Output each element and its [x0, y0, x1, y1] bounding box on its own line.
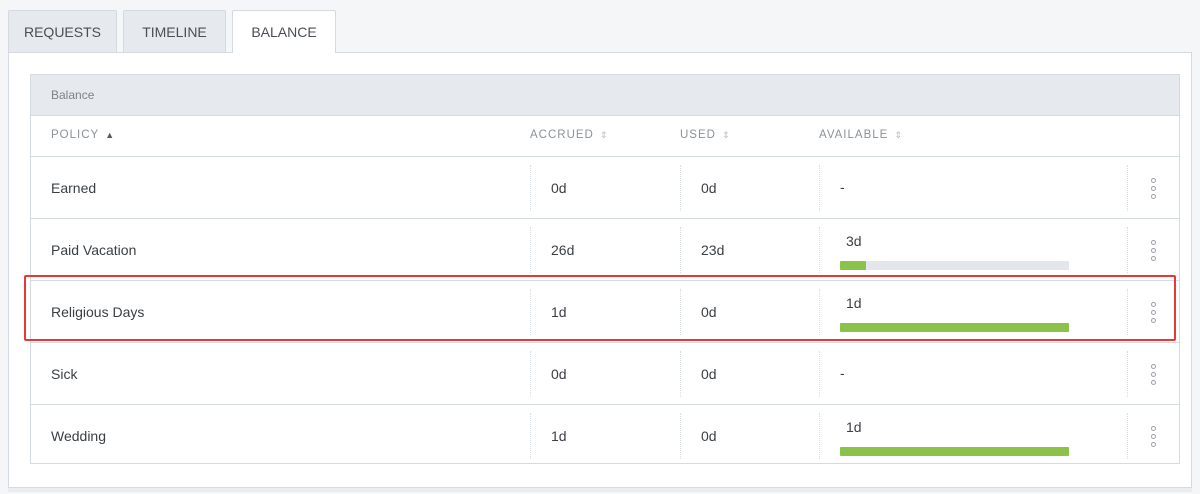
table-row[interactable]: Religious Days 1d 0d 1d: [31, 281, 1179, 343]
available-value: 3d: [846, 233, 862, 249]
accrued-value: 26d: [530, 227, 680, 273]
kebab-menu-icon[interactable]: [1151, 425, 1156, 447]
used-value: 0d: [680, 413, 819, 459]
balance-panel: Balance POLICY ▲ ACCRUED ⇕ USED ⇕ AVAILA…: [8, 52, 1192, 488]
sort-icon: ⇕: [599, 129, 609, 140]
tab-balance[interactable]: BALANCE: [232, 10, 336, 53]
available-progress-bar: [840, 261, 1069, 270]
balance-card: Balance POLICY ▲ ACCRUED ⇕ USED ⇕ AVAILA…: [30, 74, 1180, 464]
policy-name: Paid Vacation: [51, 241, 137, 258]
available-progress-fill: [840, 323, 1069, 332]
available-progress-bar: [840, 447, 1069, 456]
column-header-accrued[interactable]: ACCRUED ⇕: [530, 129, 608, 141]
accrued-value: 0d: [530, 165, 680, 211]
kebab-dot: [1151, 441, 1156, 447]
kebab-dot: [1151, 379, 1156, 385]
kebab-menu-icon[interactable]: [1151, 363, 1156, 385]
column-header-policy[interactable]: POLICY ▲: [51, 129, 115, 141]
kebab-menu-icon[interactable]: [1151, 239, 1156, 261]
column-header-used[interactable]: USED ⇕: [680, 129, 731, 141]
available-progress-fill: [840, 261, 867, 270]
kebab-dot: [1151, 177, 1156, 183]
table-row[interactable]: Paid Vacation 26d 23d 3d: [31, 219, 1179, 281]
row-menu-cell: [1127, 165, 1179, 211]
table-row[interactable]: Sick 0d 0d -: [31, 343, 1179, 405]
policy-name: Wedding: [51, 428, 107, 444]
available-cell: 3d: [819, 227, 1127, 273]
kebab-dot: [1151, 309, 1156, 315]
sort-icon: ⇕: [721, 129, 731, 140]
kebab-dot: [1151, 317, 1156, 323]
tab-bar: REQUESTS TIMELINE BALANCE: [8, 10, 336, 53]
used-value: 0d: [680, 289, 819, 335]
tab-requests[interactable]: REQUESTS: [8, 10, 117, 52]
available-value: -: [840, 179, 845, 195]
available-cell: -: [819, 165, 1127, 211]
available-cell: -: [819, 351, 1127, 397]
kebab-dot: [1151, 371, 1156, 377]
kebab-dot: [1151, 247, 1156, 253]
table-header: POLICY ▲ ACCRUED ⇕ USED ⇕ AVAILABLE ⇕: [31, 116, 1179, 157]
table-row[interactable]: Wedding 1d 0d 1d: [31, 405, 1179, 467]
accrued-value: 1d: [530, 413, 680, 459]
row-menu-cell: [1127, 413, 1179, 459]
policy-name: Sick: [51, 365, 78, 382]
used-value: 23d: [680, 227, 819, 273]
kebab-dot: [1151, 239, 1156, 245]
kebab-dot: [1151, 433, 1156, 439]
available-cell: 1d: [819, 289, 1127, 335]
used-value: 0d: [680, 351, 819, 397]
kebab-dot: [1151, 425, 1156, 431]
accrued-value: 1d: [530, 289, 680, 335]
available-value: -: [840, 365, 845, 381]
table-body: Earned 0d 0d - Paid Vacation 26d 23d 3d Religiou…: [31, 157, 1179, 467]
kebab-dot: [1151, 363, 1156, 369]
kebab-menu-icon[interactable]: [1151, 177, 1156, 199]
accrued-value: 0d: [530, 351, 680, 397]
kebab-dot: [1151, 193, 1156, 199]
available-progress-bar: [840, 323, 1069, 332]
table-row[interactable]: Earned 0d 0d -: [31, 157, 1179, 219]
kebab-dot: [1151, 301, 1156, 307]
tab-timeline[interactable]: TIMELINE: [123, 10, 226, 52]
kebab-dot: [1151, 185, 1156, 191]
policy-name: Earned: [51, 179, 97, 196]
kebab-menu-icon[interactable]: [1151, 301, 1156, 323]
kebab-dot: [1151, 255, 1156, 261]
used-value: 0d: [680, 165, 819, 211]
row-menu-cell: [1127, 227, 1179, 273]
row-menu-cell: [1127, 289, 1179, 335]
card-title: Balance: [31, 75, 1179, 116]
row-menu-cell: [1127, 351, 1179, 397]
available-value: 1d: [846, 419, 862, 435]
available-cell: 1d: [819, 413, 1127, 459]
sort-icon: ▲: [105, 129, 116, 140]
column-header-policy-label: POLICY: [51, 129, 100, 141]
available-value: 1d: [846, 295, 862, 311]
column-header-available-label: AVAILABLE: [819, 129, 889, 141]
column-header-accrued-label: ACCRUED: [530, 129, 594, 141]
column-header-used-label: USED: [680, 129, 716, 141]
sort-icon: ⇕: [894, 129, 903, 140]
column-header-available[interactable]: AVAILABLE ⇕: [819, 129, 903, 141]
available-progress-fill: [840, 447, 1069, 456]
policy-name: Religious Days: [51, 303, 145, 320]
